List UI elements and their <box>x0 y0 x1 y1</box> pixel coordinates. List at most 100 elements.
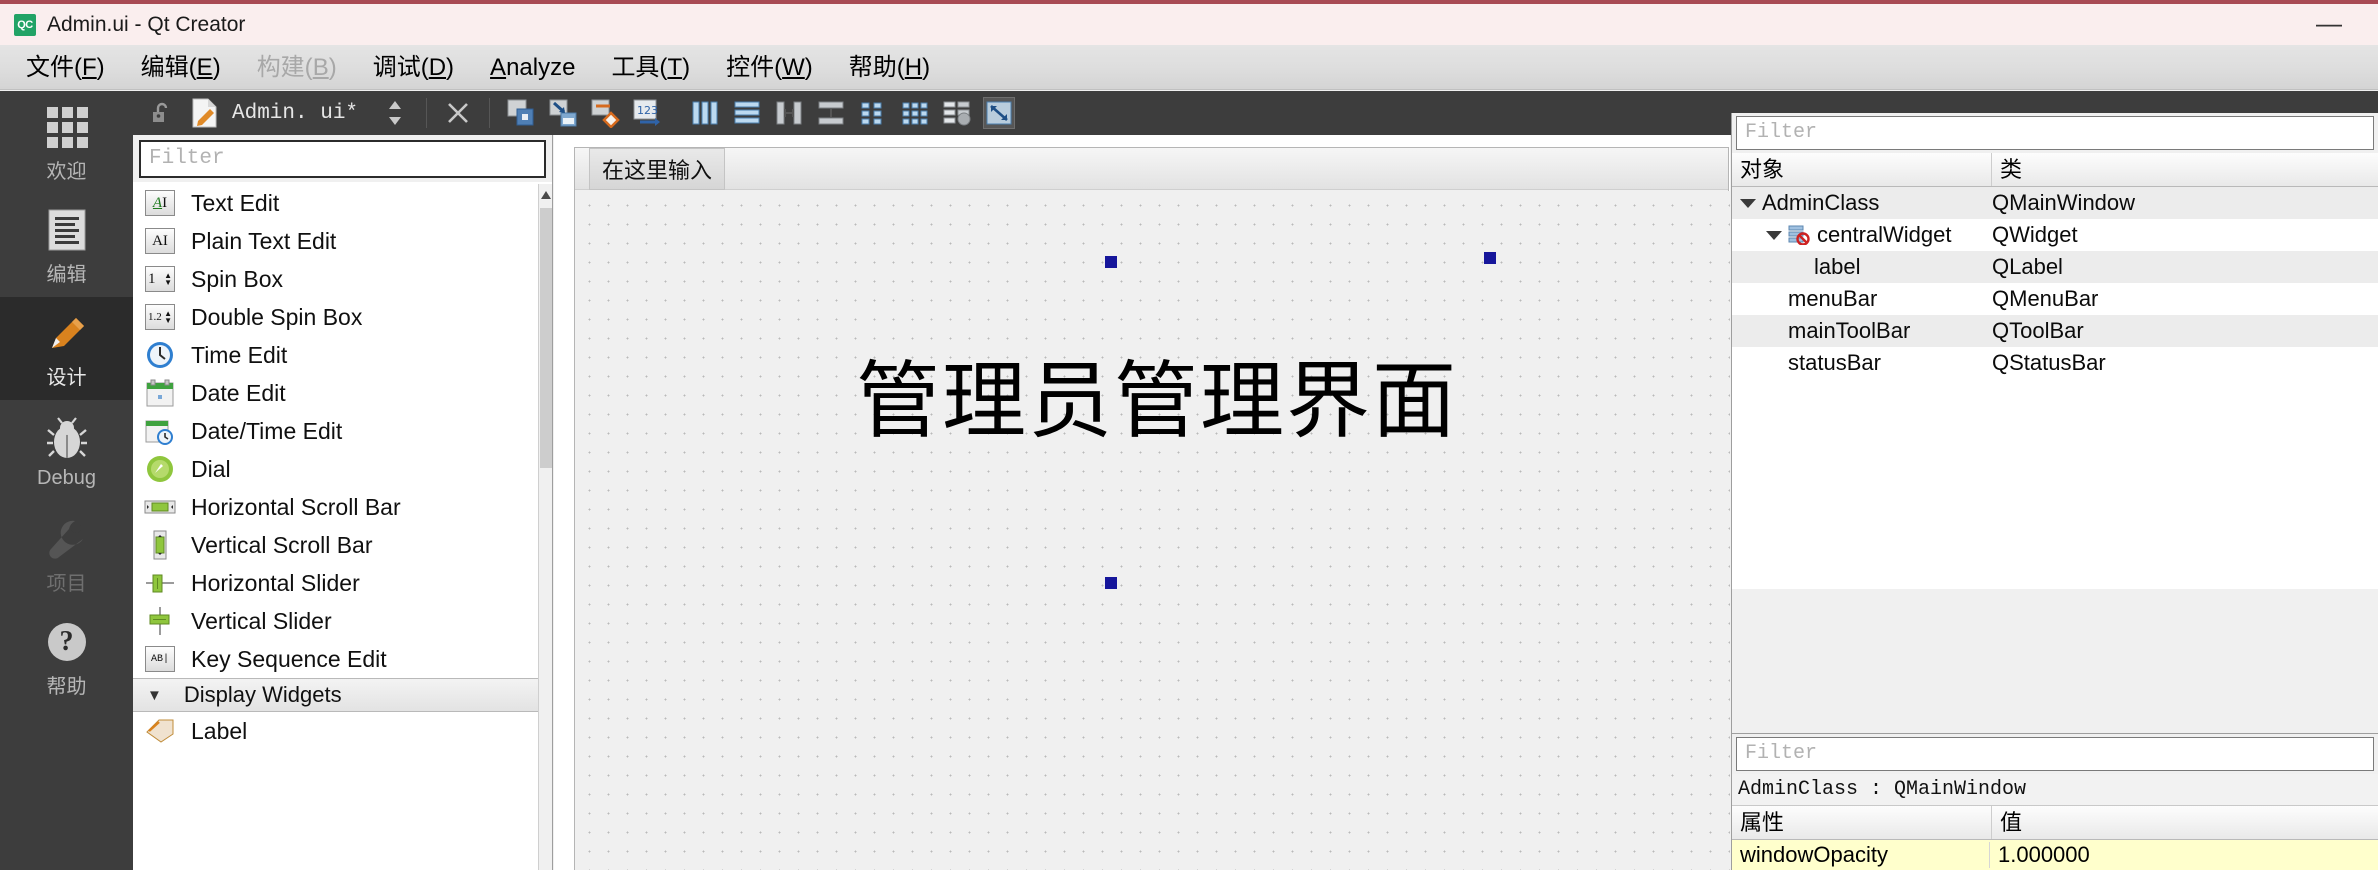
plain-text-edit-icon: AI <box>143 226 177 256</box>
spin-box-icon: 1 ▲ ▼ <box>143 264 177 294</box>
widget-list-item[interactable]: Horizontal Slider <box>133 564 539 602</box>
selection-handle-top[interactable] <box>1484 252 1496 264</box>
menu-bar: 文件(F) 编辑(E) 构建(B) 调试(D) Analyze 工具(T) 控件(W) 帮助(… <box>0 45 2378 90</box>
menu-h[interactable]: 帮助(H) <box>831 45 948 90</box>
form-editor-canvas[interactable]: 在这里输入 管理员管理界面 <box>554 135 1730 870</box>
widget-list-item[interactable]: Vertical Slider <box>133 602 539 640</box>
question-mark-glyph: ? <box>47 623 86 661</box>
object-tree-row[interactable]: statusBar QStatusBar <box>1732 347 2378 379</box>
scroll-up-arrow-icon[interactable] <box>539 184 553 206</box>
layout-vertically-icon[interactable] <box>731 97 763 129</box>
menu-mnemonic: D <box>428 53 447 81</box>
edit-tab-order-icon[interactable]: 123 <box>631 97 663 129</box>
widget-filter-input[interactable]: Filter <box>139 140 546 178</box>
object-tree-object-cell: centralWidget <box>1732 222 1992 248</box>
menu-mnemonic: H <box>904 53 923 81</box>
minimize-button[interactable]: — <box>2316 10 2342 36</box>
scrollbar-thumb[interactable] <box>540 208 552 468</box>
property-filter-input[interactable]: Filter <box>1736 737 2374 771</box>
widget-group-header[interactable]: ▼ Display Widgets <box>133 678 539 712</box>
menu-type-here-placeholder[interactable]: 在这里输入 <box>589 147 726 190</box>
menu-e[interactable]: 编辑(E) <box>123 45 239 90</box>
break-layout-icon[interactable] <box>941 97 973 129</box>
widget-list-item[interactable]: Date Edit <box>133 374 539 412</box>
menu-f[interactable]: 文件(F) <box>8 45 123 90</box>
form-label-widget[interactable]: 管理员管理界面 <box>627 361 1687 445</box>
widget-list-item[interactable]: Date/Time Edit <box>133 412 539 450</box>
selection-handle-left-middle[interactable] <box>1105 577 1117 589</box>
menu-b[interactable]: 构建(B) <box>239 45 355 90</box>
menu-t[interactable]: 工具(T) <box>593 45 708 90</box>
inspector-header-row: 对象 类 <box>1732 153 2378 187</box>
inspector-filter-container: Filter <box>1732 113 2378 153</box>
object-name-label: label <box>1814 254 1861 279</box>
widget-list-item-label: Key Sequence Edit <box>191 645 387 672</box>
horizontal-slider-icon <box>143 568 177 598</box>
mode-button-设计[interactable]: 设计 <box>0 297 133 400</box>
title-bar: QC Admin.ui - Qt Creator — <box>0 0 2378 45</box>
object-tree-row[interactable]: menuBar QMenuBar <box>1732 283 2378 315</box>
object-tree-row[interactable]: centralWidget QWidget <box>1732 219 2378 251</box>
object-tree-row[interactable]: AdminClass QMainWindow <box>1732 187 2378 219</box>
text-edit-icon: AI <box>143 188 177 218</box>
widget-list-item[interactable]: Label <box>133 712 539 750</box>
close-x-icon[interactable] <box>442 97 474 129</box>
form-menu-bar[interactable]: 在这里输入 <box>575 147 1728 190</box>
menu-w[interactable]: 控件(W) <box>708 45 831 90</box>
mode-button-label: 编辑 <box>46 264 87 286</box>
open-file-name[interactable]: Admin. ui* <box>232 102 358 125</box>
mode-button-Debug[interactable]: Debug <box>0 400 133 503</box>
widget-list-item-label: Horizontal Scroll Bar <box>191 493 401 520</box>
edit-signals-slots-icon[interactable] <box>547 97 579 129</box>
mode-button-项目[interactable]: 项目 <box>0 503 133 606</box>
unlocked-padlock-icon[interactable] <box>149 100 175 126</box>
layout-grid-icon[interactable] <box>899 97 931 129</box>
mode-button-欢迎[interactable]: 欢迎 <box>0 91 133 194</box>
expander-triangle-icon[interactable] <box>1740 198 1756 208</box>
selection-handle-left-top[interactable] <box>1105 256 1117 268</box>
calendar-clock-icon <box>143 416 177 446</box>
object-class-label: QMainWindow <box>1992 190 2136 215</box>
widget-list-item[interactable]: Horizontal Scroll Bar <box>133 488 539 526</box>
inspector-filter-input[interactable]: Filter <box>1736 116 2374 150</box>
form-central-widget[interactable]: 管理员管理界面 <box>575 191 1730 870</box>
expander-triangle-icon[interactable] <box>1766 230 1782 240</box>
widget-list-item[interactable]: Time Edit <box>133 336 539 374</box>
svg-text:123: 123 <box>637 104 658 117</box>
widget-list-scrollbar[interactable] <box>538 184 552 870</box>
layout-splitter-horizontal-icon[interactable] <box>773 97 805 129</box>
object-tree[interactable]: AdminClass QMainWindow centralWidget QWidge… <box>1732 187 2378 379</box>
property-value-cell[interactable]: 1.000000 <box>1990 842 2378 868</box>
menu-a[interactable]: Analyze <box>472 45 593 90</box>
property-list[interactable]: windowOpacity 1.000000 <box>1732 840 2378 870</box>
split-updown-icon[interactable] <box>379 97 411 129</box>
widget-group-label: Display Widgets <box>183 682 342 707</box>
object-tree-object-cell: mainToolBar <box>1732 318 1992 344</box>
object-tree-row[interactable]: mainToolBar QToolBar <box>1732 315 2378 347</box>
adjust-size-icon[interactable] <box>983 97 1016 129</box>
layout-splitter-vertical-icon[interactable] <box>815 97 847 129</box>
mode-button-帮助[interactable]: ? 帮助 <box>0 606 133 709</box>
menu-mnemonic: E <box>196 53 213 81</box>
menu-d[interactable]: 调试(D) <box>355 45 472 90</box>
toolbar-separator <box>489 98 491 128</box>
widget-list-item[interactable]: A I Text Edit <box>133 184 539 222</box>
widget-list-item[interactable]: 1 ▲ ▼ Spin Box <box>133 260 539 298</box>
widget-list-item[interactable]: 1.2 ▲ ▼ Double Spin Box <box>133 298 539 336</box>
widget-list-item[interactable]: Vertical Scroll Bar <box>133 526 539 564</box>
chevron-down-icon[interactable]: ▼ <box>147 687 162 704</box>
edit-buddies-icon[interactable] <box>589 97 621 129</box>
layout-form-icon[interactable] <box>857 97 889 129</box>
widget-list-item[interactable]: AB| Key Sequence Edit <box>133 640 539 678</box>
layout-horizontally-icon[interactable] <box>689 97 721 129</box>
vertical-scrollbar-icon <box>143 530 177 560</box>
edit-widgets-icon[interactable] <box>505 97 537 129</box>
mode-button-编辑[interactable]: 编辑 <box>0 194 133 297</box>
property-row[interactable]: windowOpacity 1.000000 <box>1732 840 2378 870</box>
widget-list-item[interactable]: Dial <box>133 450 539 488</box>
form-preview-window[interactable]: 在这里输入 管理员管理界面 <box>574 147 1730 870</box>
panel-splitter[interactable] <box>1731 589 2378 733</box>
widget-list[interactable]: A I Text Edit AI Plain Text Edit 1 ▲ ▼ Spin Box 1… <box>133 184 539 870</box>
widget-list-item[interactable]: AI Plain Text Edit <box>133 222 539 260</box>
object-tree-row[interactable]: label QLabel <box>1732 251 2378 283</box>
